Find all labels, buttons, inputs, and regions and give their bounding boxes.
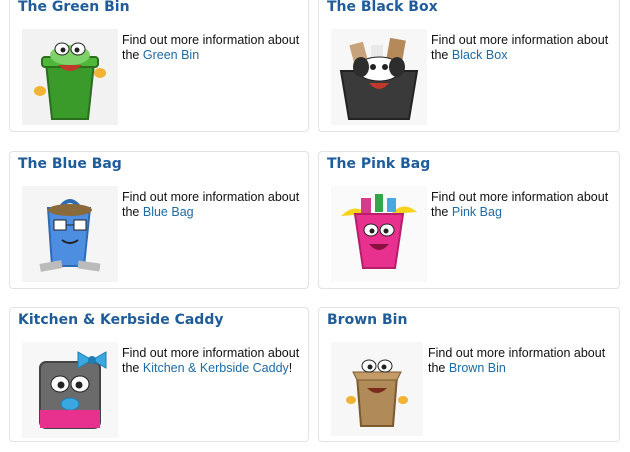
black-box-character-icon[interactable] — [331, 29, 427, 125]
card-link[interactable]: Black Box — [452, 48, 508, 62]
card-kitchen-caddy: Kitchen & Kerbside Caddy Find out more i… — [9, 307, 309, 442]
card-title[interactable]: Brown Bin — [327, 312, 407, 328]
kitchen-caddy-character-icon[interactable] — [22, 342, 118, 438]
card-title[interactable]: The Green Bin — [18, 0, 130, 15]
card-link[interactable]: Brown Bin — [449, 361, 506, 375]
card-title[interactable]: The Blue Bag — [18, 156, 122, 172]
card-description: Find out more information about the Kitc… — [122, 346, 300, 375]
card-link[interactable]: Green Bin — [143, 48, 199, 62]
card-brown-bin: Brown Bin Find out more information abou… — [318, 307, 620, 442]
card-title[interactable]: The Pink Bag — [327, 156, 430, 172]
card-description: Find out more information about the Blac… — [431, 33, 609, 62]
card-description: Find out more information about the Blue… — [122, 190, 300, 219]
green-bin-character-icon[interactable] — [22, 29, 118, 125]
card-pink-bag: The Pink Bag Find out more information a… — [318, 151, 620, 289]
card-title[interactable]: Kitchen & Kerbside Caddy — [18, 312, 223, 328]
card-black-box: The Black Box Find out more information … — [318, 0, 620, 132]
card-description: Find out more information about the Brow… — [428, 346, 606, 375]
blue-bag-character-icon[interactable] — [22, 186, 118, 282]
card-link[interactable]: Blue Bag — [143, 205, 194, 219]
card-blue-bag: The Blue Bag Find out more information a… — [9, 151, 309, 289]
brown-bin-character-icon[interactable] — [331, 342, 423, 436]
card-title[interactable]: The Black Box — [327, 0, 438, 15]
card-green-bin: The Green Bin Find out more information … — [9, 0, 309, 132]
card-link[interactable]: Pink Bag — [452, 205, 502, 219]
pink-bag-character-icon[interactable] — [331, 186, 427, 282]
card-description: Find out more information about the Gree… — [122, 33, 300, 62]
card-link[interactable]: Kitchen & Kerbside Caddy — [143, 361, 289, 375]
card-description: Find out more information about the Pink… — [431, 190, 609, 219]
